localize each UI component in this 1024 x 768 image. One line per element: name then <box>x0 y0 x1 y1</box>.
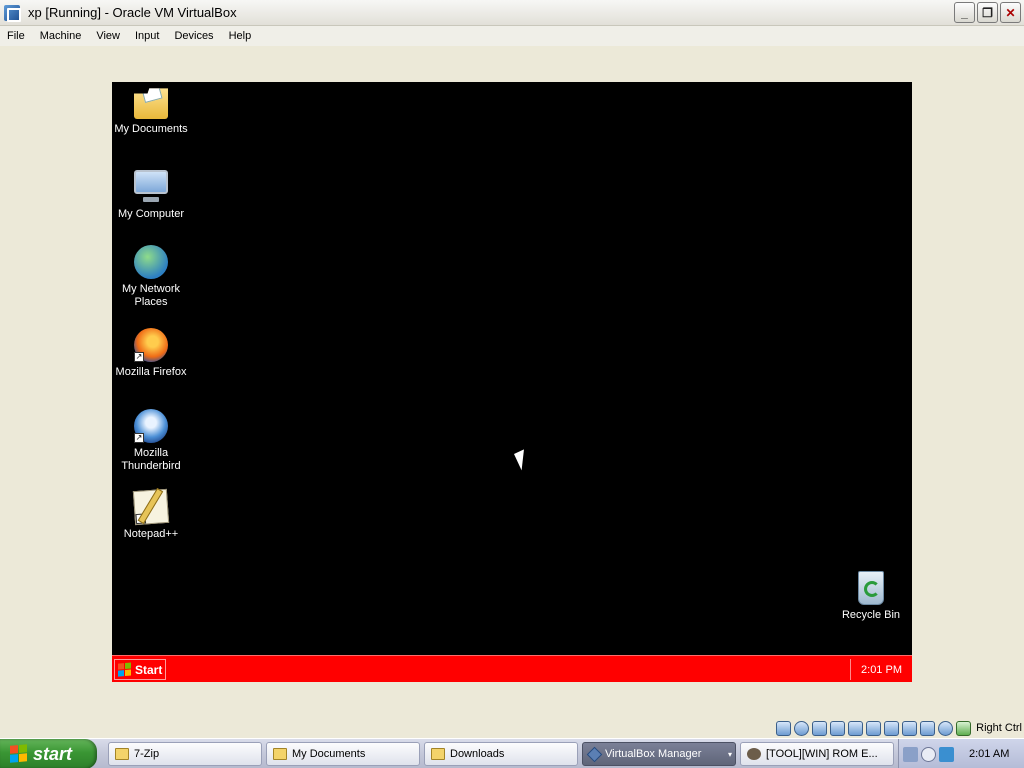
guest-start-label: Start <box>135 662 163 677</box>
folder-icon <box>115 748 129 760</box>
keyboard-capture-icon[interactable] <box>956 720 972 736</box>
restore-button[interactable]: ❐ <box>977 2 998 23</box>
desktop-icon-mozilla-firefox[interactable]: ↗ Mozilla Firefox <box>112 328 191 379</box>
desktop-icon-notepad-plus-plus[interactable]: ↗ Notepad++ <box>112 488 191 541</box>
host-key-label: Right Ctrl <box>976 722 1022 734</box>
desktop-icon-label: My Documents <box>114 123 188 135</box>
system-tray: 2:01 AM <box>898 739 1024 768</box>
display-icon[interactable] <box>884 720 900 736</box>
taskbar-item-label: My Documents <box>292 748 366 760</box>
app-tray-icon[interactable] <box>939 746 954 762</box>
menu-devices[interactable]: Devices <box>167 30 221 42</box>
menu-machine[interactable]: Machine <box>33 30 90 42</box>
shortcut-arrow-icon: ↗ <box>135 513 147 525</box>
notepad-icon: ↗ <box>132 488 170 526</box>
tray-collapse-icon[interactable] <box>921 746 936 762</box>
desktop-icon-my-documents[interactable]: My Documents <box>112 85 191 136</box>
shared-folders-icon[interactable] <box>866 720 882 736</box>
host-taskbar: start 7-Zip My Documents Downloads Virtu… <box>0 738 1024 768</box>
virtualbox-icon <box>586 746 603 762</box>
firefox-icon: ↗ <box>134 328 168 362</box>
desktop-icon-label: My Computer <box>117 208 185 220</box>
desktop-icon-my-network-places[interactable]: My Network Places <box>112 245 191 309</box>
keyboard-tray-icon[interactable] <box>903 746 918 762</box>
shortcut-arrow-icon: ↗ <box>134 433 144 443</box>
host-start-label: start <box>33 743 73 764</box>
guest-taskbar: Start 2:01 PM <box>112 655 912 682</box>
hard-disk-icon[interactable] <box>776 720 792 736</box>
desktop-icon-recycle-bin[interactable]: Recycle Bin <box>831 571 911 622</box>
group-dropdown-icon: ▾ <box>727 749 732 759</box>
virtualization-icon[interactable] <box>920 720 936 736</box>
window-title: xp [Running] - Oracle VM VirtualBox <box>28 5 237 20</box>
taskbar-item-virtualbox-manager[interactable]: VirtualBox Manager ▾ <box>582 742 736 766</box>
vbox-status-bar: Right Ctrl <box>776 718 1024 738</box>
folder-icon <box>431 748 445 760</box>
desktop-icon-mozilla-thunderbird[interactable]: ↗ Mozilla Thunderbird <box>112 409 191 473</box>
guest-clock: 2:01 PM <box>850 659 912 680</box>
computer-icon <box>134 170 168 204</box>
recycle-bin-icon <box>858 571 884 605</box>
menu-view[interactable]: View <box>89 30 128 42</box>
window-controls: _ ❐ ✕ <box>954 2 1021 23</box>
menu-file[interactable]: File <box>0 30 33 42</box>
desktop-icon-label: Mozilla Firefox <box>115 366 187 378</box>
desktop-icon-label: Recycle Bin <box>841 609 901 621</box>
network-icon[interactable] <box>830 720 846 736</box>
guest-start-button[interactable]: Start <box>114 659 166 680</box>
taskbar-item-label: VirtualBox Manager <box>605 748 702 760</box>
network-globe-icon <box>134 245 168 279</box>
video-capture-icon[interactable] <box>902 720 918 736</box>
mouse-cursor-icon <box>514 449 532 471</box>
optical-drive-icon[interactable] <box>794 720 810 736</box>
host-start-button[interactable]: start <box>0 739 97 768</box>
shortcut-arrow-icon: ↗ <box>134 352 144 362</box>
folder-icon <box>273 748 287 760</box>
windows-flag-icon <box>118 661 132 677</box>
menu-bar: File Machine View Input Devices Help <box>0 26 1024 46</box>
tool-icon <box>747 748 761 760</box>
usb-icon[interactable] <box>848 720 864 736</box>
desktop-icon-my-computer[interactable]: My Computer <box>112 166 191 221</box>
host-clock: 2:01 AM <box>969 748 1010 760</box>
window-title-bar: xp [Running] - Oracle VM VirtualBox _ ❐ … <box>0 0 1024 26</box>
taskbar-item-label: 7-Zip <box>134 748 160 760</box>
minimize-button[interactable]: _ <box>954 2 975 23</box>
thunderbird-icon: ↗ <box>134 409 168 443</box>
documents-folder-icon <box>134 88 168 119</box>
desktop-icon-label: My Network Places <box>121 283 181 308</box>
taskbar-item-my-documents[interactable]: My Documents <box>266 742 420 766</box>
taskbar-item-label: [TOOL][WIN] ROM E... <box>766 748 878 760</box>
mouse-integration-icon[interactable] <box>938 720 954 736</box>
close-button[interactable]: ✕ <box>1000 2 1021 23</box>
taskbar-item-7zip[interactable]: 7-Zip <box>108 742 262 766</box>
menu-help[interactable]: Help <box>222 30 260 42</box>
menu-input[interactable]: Input <box>128 30 167 42</box>
audio-icon[interactable] <box>812 720 828 736</box>
desktop-icon-label: Mozilla Thunderbird <box>121 447 181 472</box>
taskbar-item-label: Downloads <box>450 748 505 760</box>
taskbar-item-downloads[interactable]: Downloads <box>424 742 578 766</box>
windows-flag-icon <box>10 744 28 764</box>
vm-display[interactable]: My Documents My Computer My Network Plac… <box>112 82 912 682</box>
desktop-icon-label: Notepad++ <box>123 528 179 540</box>
virtualbox-app-icon <box>4 4 21 22</box>
taskbar-item-tool-rom[interactable]: [TOOL][WIN] ROM E... <box>740 742 894 766</box>
